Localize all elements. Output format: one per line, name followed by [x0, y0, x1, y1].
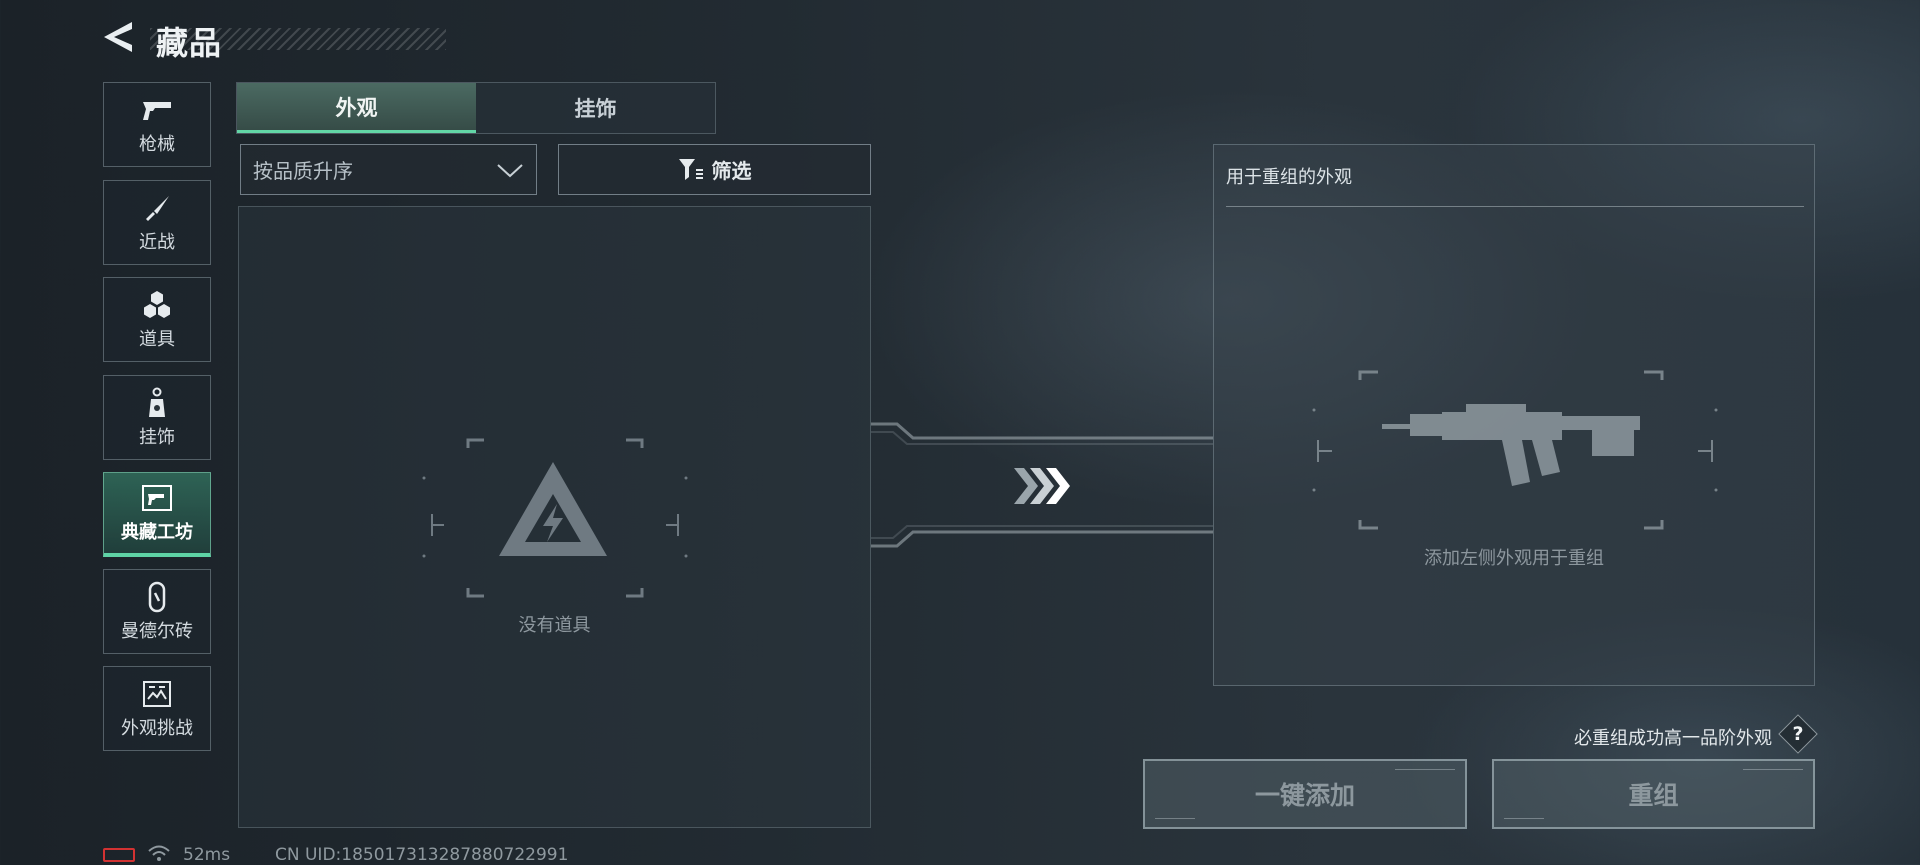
sort-label: 按品质升序 — [253, 159, 353, 183]
button-decoration — [1743, 769, 1803, 776]
tab-charms[interactable]: 挂饰 — [476, 83, 715, 133]
reform-hint-text: 添加左侧外观用于重组 — [1424, 548, 1604, 569]
wifi-icon — [148, 845, 170, 861]
filter-button[interactable]: 筛选 — [558, 144, 871, 195]
sidebar-item-label: 近战 — [139, 231, 175, 253]
charm-icon — [141, 387, 173, 419]
reform-label: 重组 — [1628, 781, 1679, 810]
workshop-icon — [141, 482, 173, 514]
add-all-button[interactable]: 一键添加 — [1143, 759, 1467, 829]
sidebar-item-label: 典藏工坊 — [121, 522, 193, 543]
page-title: 藏品 — [156, 24, 223, 62]
sidebar-item-label: 外观挑战 — [121, 717, 193, 739]
ping-text: 52ms — [183, 845, 231, 865]
reform-panel-title: 用于重组的外观 — [1226, 167, 1352, 188]
filter-label: 筛选 — [711, 159, 752, 183]
pistol-icon — [141, 94, 173, 126]
sidebar-item-mandel-brick[interactable]: 曼德尔砖 — [103, 569, 211, 654]
user-id-text: CN UID:1850173132878807​22991 — [275, 845, 569, 865]
sidebar-item-guns[interactable]: 枪械 — [103, 82, 211, 167]
add-all-label: 一键添加 — [1254, 781, 1355, 810]
arrow-right-icon — [1014, 468, 1070, 504]
divider — [1226, 206, 1804, 207]
reform-rule-text: 必重组成功高一品阶外观 — [1574, 728, 1772, 749]
knife-icon — [141, 192, 173, 224]
back-arrow-icon[interactable] — [102, 20, 136, 54]
sort-dropdown[interactable]: 按品质升序 — [240, 144, 537, 195]
sidebar-item-label: 挂饰 — [139, 426, 175, 448]
sidebar-item-label: 枪械 — [139, 133, 175, 155]
sidebar-item-melee[interactable]: 近战 — [103, 180, 211, 265]
sidebar-item-appearance-challenge[interactable]: 外观挑战 — [103, 666, 211, 751]
battery-low-icon — [103, 848, 135, 862]
challenge-icon — [141, 678, 173, 710]
sidebar-item-label: 道具 — [139, 328, 175, 350]
category-tabs: 外观 挂饰 — [236, 82, 716, 134]
help-button[interactable] — [1778, 714, 1818, 754]
brick-icon — [141, 581, 173, 613]
chevron-down-icon — [497, 163, 523, 177]
sidebar-item-items[interactable]: 道具 — [103, 277, 211, 362]
empty-list-text: 没有道具 — [518, 615, 591, 636]
button-decoration — [1395, 769, 1455, 776]
button-decoration — [1504, 814, 1544, 819]
rifle-placeholder-icon — [1382, 404, 1640, 486]
grenades-icon — [141, 289, 173, 321]
tab-appearance[interactable]: 外观 — [237, 83, 476, 133]
sidebar-item-label: 曼德尔砖 — [121, 620, 193, 642]
empty-logo-icon — [499, 462, 607, 556]
reform-button[interactable]: 重组 — [1492, 759, 1815, 829]
button-decoration — [1155, 814, 1195, 819]
sidebar-item-workshop[interactable]: 典藏工坊 — [103, 472, 211, 557]
filter-icon — [678, 158, 703, 180]
sidebar-item-charms[interactable]: 挂饰 — [103, 375, 211, 460]
